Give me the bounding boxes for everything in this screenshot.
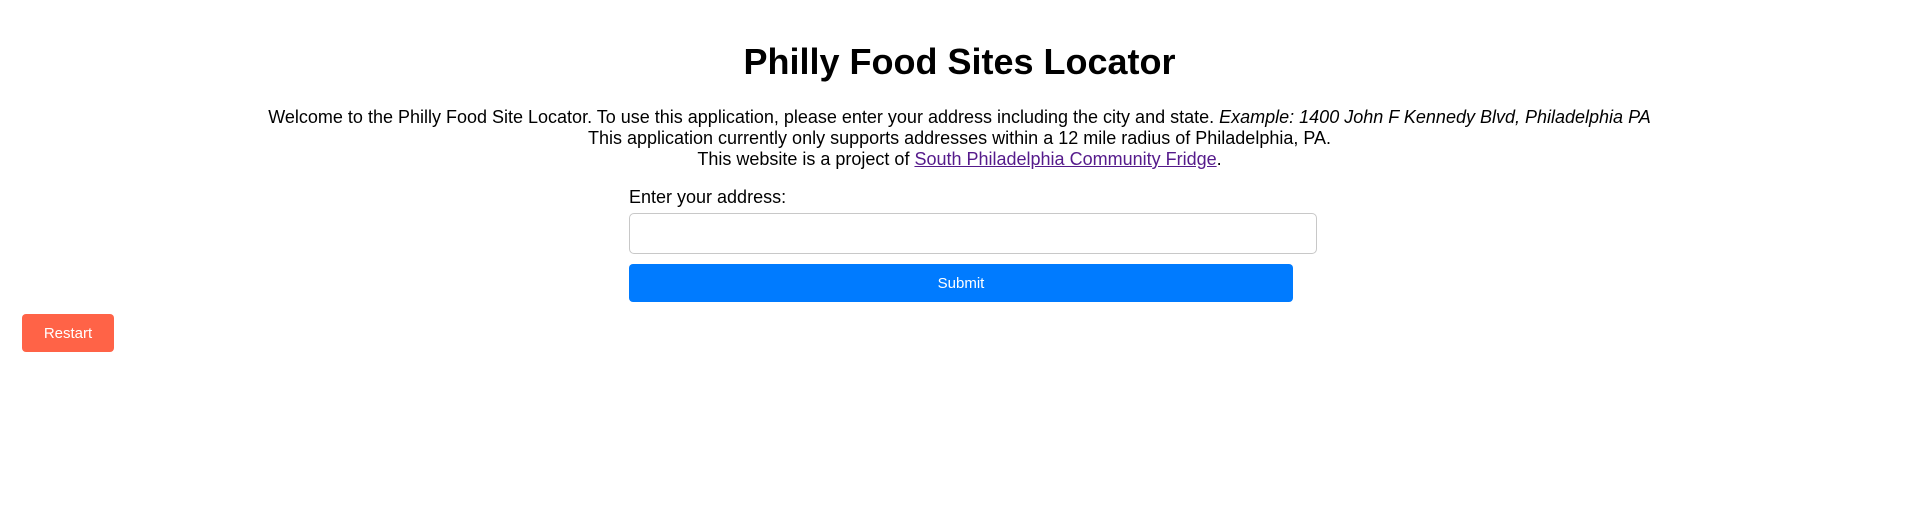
address-example: Example: 1400 John F Kennedy Blvd, Phila… [1219, 107, 1651, 127]
intro-text: Welcome to the Philly Food Site Locator.… [0, 107, 1919, 170]
page-title: Philly Food Sites Locator [743, 41, 1176, 82]
address-form: Enter your address: Submit [629, 186, 1319, 302]
submit-button[interactable]: Submit [629, 264, 1293, 302]
intro-line-welcome: Welcome to the Philly Food Site Locator.… [0, 107, 1919, 128]
intro-welcome-text: Welcome to the Philly Food Site Locator.… [268, 107, 1220, 127]
intro-line-project: This website is a project of South Phila… [0, 149, 1919, 170]
address-input[interactable] [629, 213, 1317, 254]
community-fridge-link[interactable]: South Philadelphia Community Fridge [914, 149, 1216, 169]
project-prefix: This website is a project of [697, 149, 915, 169]
page: Philly Food Sites Locator Welcome to the… [0, 0, 1919, 517]
restart-button[interactable]: Restart [22, 314, 114, 352]
project-suffix: . [1216, 149, 1222, 169]
intro-line-radius: This application currently only supports… [587, 128, 1332, 148]
address-label: Enter your address: [629, 187, 787, 207]
